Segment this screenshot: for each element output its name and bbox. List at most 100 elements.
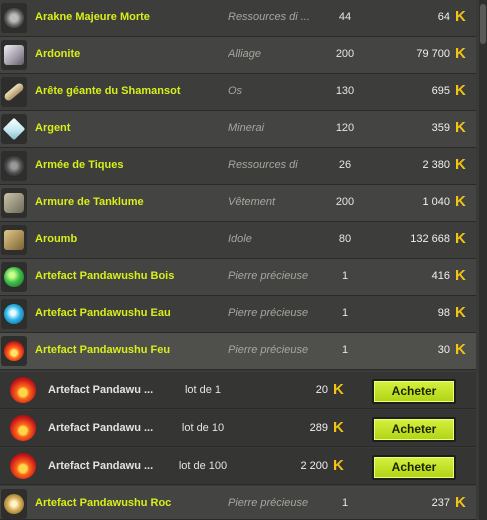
scrollbar[interactable] <box>479 0 487 520</box>
item-price: 79 700 <box>416 48 450 60</box>
item-price: 1 040 <box>422 196 450 208</box>
item-name: Armée de Tiques <box>35 159 124 171</box>
item-row[interactable]: Armure de Tanklume Vêtement 200 1 040 K <box>0 185 476 222</box>
arakne-icon <box>1 3 27 33</box>
lot-size: lot de 100 <box>178 460 228 472</box>
kama-icon: K <box>455 82 466 99</box>
item-row[interactable]: Arête géante du Shamansot Os 130 695 K <box>0 74 476 111</box>
item-price: 98 <box>437 307 450 319</box>
item-row[interactable]: Artefact Pandawushu Eau Pierre précieuse… <box>0 296 476 333</box>
item-name: Artefact Pandawushu Roc <box>35 497 172 509</box>
item-price: 359 <box>431 122 450 134</box>
lot-row: Artefact Pandawu ... lot de 10 289 K Ach… <box>0 410 476 447</box>
item-name: Armure de Tanklume <box>35 196 144 208</box>
item-name: Arête géante du Shamansot <box>35 85 181 97</box>
item-type: Os <box>228 85 243 97</box>
item-level: 44 <box>338 11 352 23</box>
item-row[interactable]: Argent Minerai 120 359 K <box>0 111 476 148</box>
kama-icon: K <box>455 119 466 136</box>
item-row[interactable]: Ardonite Alliage 200 79 700 K <box>0 37 476 74</box>
item-name: Argent <box>35 122 71 134</box>
kama-icon: K <box>455 156 466 173</box>
lot-name: Artefact Pandawu ... <box>48 422 154 434</box>
item-row[interactable]: Arakne Majeure Morte Ressources di ... 4… <box>0 0 476 37</box>
water-artefact-icon <box>1 299 27 329</box>
kama-icon: K <box>455 230 466 247</box>
bone-icon <box>1 77 27 107</box>
kama-icon: K <box>455 8 466 25</box>
item-price: 237 <box>431 497 450 509</box>
item-name: Ardonite <box>35 48 81 60</box>
item-level: 1 <box>341 270 349 282</box>
lot-size: lot de 1 <box>184 384 222 396</box>
item-row[interactable]: Aroumb Idole 80 132 668 K <box>0 222 476 259</box>
ardonite-icon <box>1 40 27 70</box>
kama-icon: K <box>333 457 344 474</box>
lot-price: 20 <box>315 384 328 396</box>
fire-artefact-icon <box>10 415 36 441</box>
item-row-selected[interactable]: Artefact Pandawushu Feu Pierre précieuse… <box>0 333 476 370</box>
lot-price: 289 <box>309 422 328 434</box>
buy-button[interactable]: Acheter <box>372 455 456 480</box>
ticks-icon <box>1 151 27 181</box>
item-level: 130 <box>335 85 355 97</box>
item-type: Pierre précieuse <box>228 497 309 509</box>
item-price: 416 <box>431 270 450 282</box>
item-type: Pierre précieuse <box>228 307 309 319</box>
item-level: 200 <box>335 48 355 60</box>
item-type: Alliage <box>228 48 262 60</box>
lot-size: lot de 10 <box>181 422 225 434</box>
item-type: Pierre précieuse <box>228 270 309 282</box>
item-level: 200 <box>335 196 355 208</box>
lot-row: Artefact Pandawu ... lot de 100 2 200 K … <box>0 448 476 485</box>
item-name: Arakne Majeure Morte <box>35 11 150 23</box>
kama-icon: K <box>455 193 466 210</box>
item-row[interactable]: Artefact Pandawushu Bois Pierre précieus… <box>0 259 476 296</box>
kama-icon: K <box>333 419 344 436</box>
silver-ore-icon <box>1 114 27 144</box>
wood-artefact-icon <box>1 262 27 292</box>
item-name: Artefact Pandawushu Bois <box>35 270 175 282</box>
kama-icon: K <box>455 267 466 284</box>
item-list: Arakne Majeure Morte Ressources di ... 4… <box>0 0 487 520</box>
buy-button[interactable]: Acheter <box>372 417 456 442</box>
item-name: Artefact Pandawushu Eau <box>35 307 171 319</box>
lot-name: Artefact Pandawu ... <box>48 460 154 472</box>
item-price: 64 <box>437 11 450 23</box>
rock-artefact-icon <box>1 489 27 519</box>
item-type: Idole <box>228 233 252 245</box>
lot-name: Artefact Pandawu ... <box>48 384 154 396</box>
item-level: 1 <box>341 307 349 319</box>
lot-row: Artefact Pandawu ... lot de 1 20 K Achet… <box>0 372 476 409</box>
armor-icon <box>1 188 27 218</box>
idol-icon <box>1 225 27 255</box>
item-row[interactable]: Armée de Tiques Ressources di 26 2 380 K <box>0 148 476 185</box>
item-price: 132 668 <box>410 233 450 245</box>
kama-icon: K <box>455 304 466 321</box>
item-level: 80 <box>338 233 352 245</box>
item-price: 30 <box>437 344 450 356</box>
item-type: Ressources di <box>228 159 298 171</box>
kama-icon: K <box>333 381 344 398</box>
item-type: Ressources di ... <box>228 11 310 23</box>
kama-icon: K <box>455 494 466 511</box>
kama-icon: K <box>455 341 466 358</box>
kama-icon: K <box>455 45 466 62</box>
item-row[interactable]: Artefact Pandawushu Roc Pierre précieuse… <box>0 486 476 520</box>
fire-artefact-icon <box>10 377 36 403</box>
item-name: Artefact Pandawushu Feu <box>35 344 171 356</box>
scrollbar-thumb[interactable] <box>480 4 486 44</box>
item-price: 2 380 <box>422 159 450 171</box>
item-level: 1 <box>341 344 349 356</box>
item-price: 695 <box>431 85 450 97</box>
buy-button[interactable]: Acheter <box>372 379 456 404</box>
item-name: Aroumb <box>35 233 78 245</box>
fire-artefact-icon <box>1 336 27 366</box>
item-type: Pierre précieuse <box>228 344 309 356</box>
item-level: 120 <box>335 122 355 134</box>
lot-price: 2 200 <box>300 460 328 472</box>
item-type: Vêtement <box>228 196 276 208</box>
item-level: 1 <box>341 497 349 509</box>
item-level: 26 <box>338 159 352 171</box>
item-type: Minerai <box>228 122 265 134</box>
